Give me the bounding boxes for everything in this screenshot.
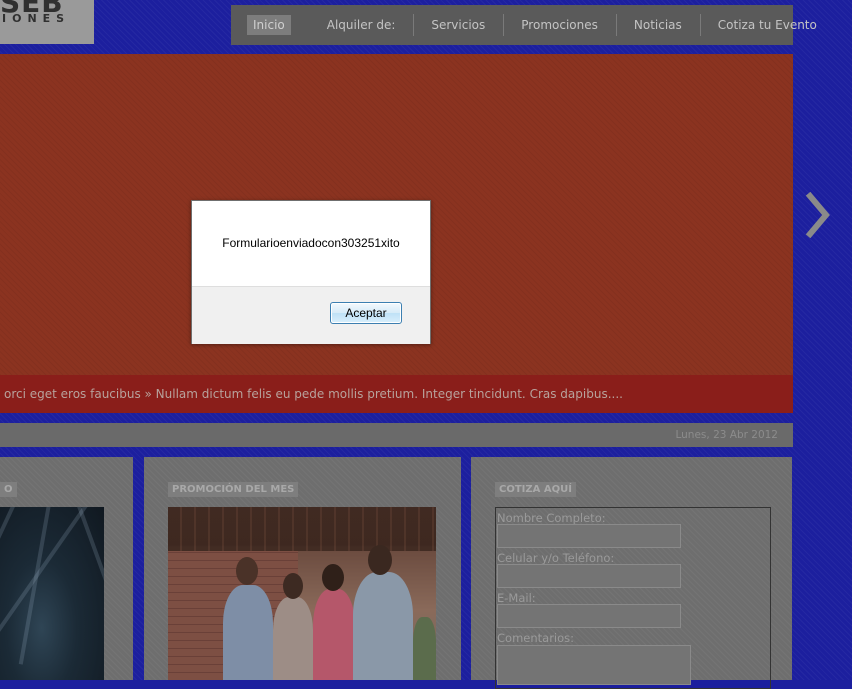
dialog-footer: Aceptar (192, 286, 430, 344)
alert-dialog: Formularioenviadocon303251xito Aceptar (191, 200, 431, 344)
dialog-message: Formularioenviadocon303251xito (222, 236, 400, 250)
ok-button[interactable]: Aceptar (330, 302, 402, 324)
